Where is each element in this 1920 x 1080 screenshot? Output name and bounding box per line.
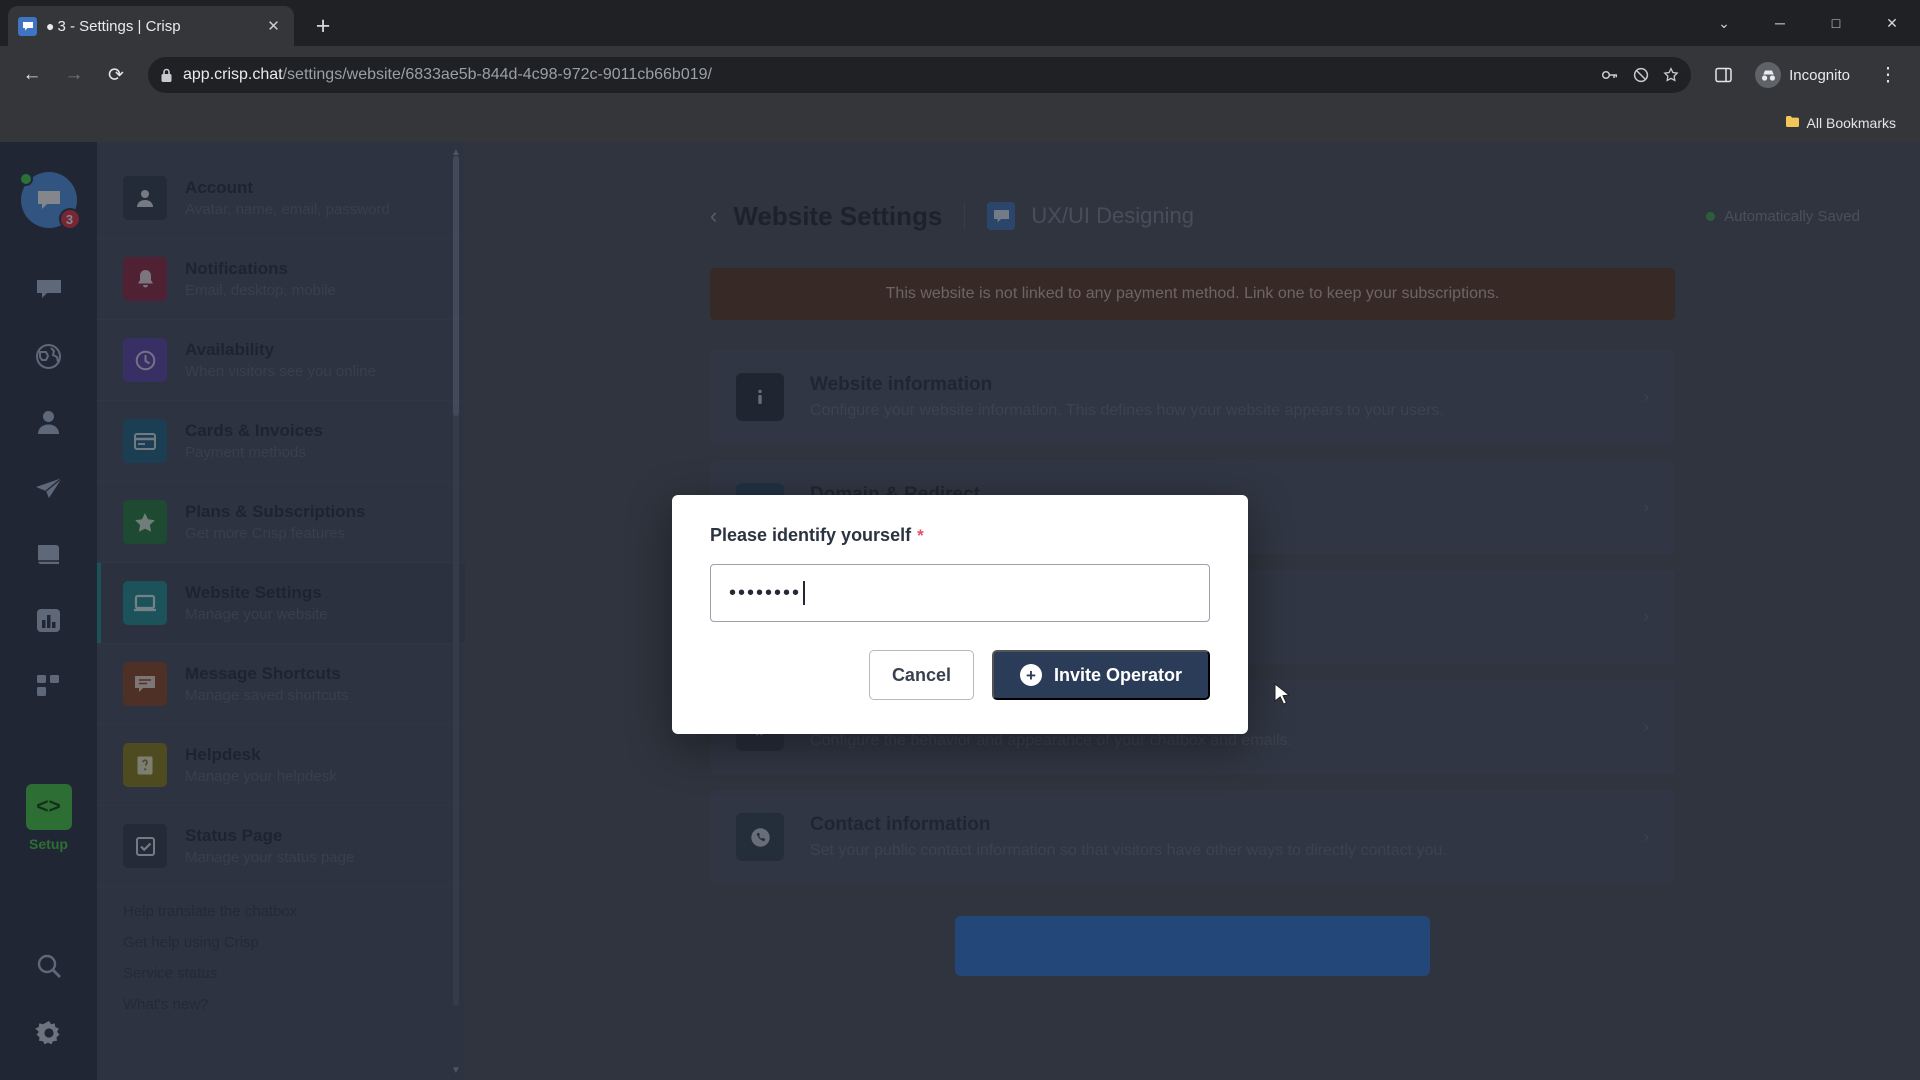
password-key-icon[interactable] [1601, 68, 1619, 82]
address-bar[interactable]: app.crisp.chat/settings/website/6833ae5b… [148, 57, 1692, 93]
invite-operator-label: Invite Operator [1053, 664, 1182, 685]
incognito-label: Incognito [1789, 66, 1850, 84]
url-path: /settings/website/6833ae5b-844d-4c98-972… [282, 66, 712, 83]
close-window-button[interactable]: ✕ [1864, 0, 1920, 46]
chrome-menu-icon[interactable]: ⋮ [1870, 57, 1906, 93]
third-party-cookie-blocked-icon[interactable] [1633, 67, 1649, 83]
plus-icon: + [1019, 664, 1042, 686]
forward-icon[interactable]: → [56, 57, 92, 93]
password-input-value: •••••••• [729, 581, 802, 604]
back-icon[interactable]: ← [14, 57, 50, 93]
all-bookmarks-button[interactable]: All Bookmarks [1777, 111, 1904, 136]
omnibox-actions [1601, 67, 1679, 83]
incognito-avatar-icon [1755, 62, 1782, 88]
text-caret [803, 581, 806, 605]
tab-title-text: 3 - Settings | Crisp [57, 17, 181, 35]
window-controls: ⌄ ─ □ ✕ [1696, 0, 1920, 46]
new-tab-button[interactable]: + [306, 9, 340, 43]
minimize-button[interactable]: ─ [1752, 0, 1808, 46]
dialog-actions: Cancel + Invite Operator [710, 650, 1210, 700]
invite-operator-button[interactable]: + Invite Operator [991, 650, 1210, 700]
tab-strip: ● 3 - Settings | Crisp ✕ + ⌄ ─ □ ✕ [0, 0, 1920, 46]
identify-yourself-dialog: Please identify yourself * •••••••• Canc… [672, 495, 1248, 734]
bookmarks-bar: All Bookmarks [0, 104, 1920, 142]
dialog-label-text: Please identify yourself [710, 525, 912, 545]
side-panel-icon[interactable] [1705, 57, 1741, 93]
lock-icon [160, 68, 173, 83]
reload-icon[interactable]: ⟳ [98, 57, 134, 93]
bookmark-star-icon[interactable] [1663, 67, 1679, 83]
browser-toolbar: ← → ⟳ app.crisp.chat/settings/website/68… [0, 46, 1920, 104]
dialog-label: Please identify yourself * [710, 525, 1210, 546]
tab-title: ● 3 - Settings | Crisp [46, 18, 254, 35]
url-text: app.crisp.chat/settings/website/6833ae5b… [183, 66, 712, 84]
tab-search-button[interactable]: ⌄ [1696, 0, 1752, 46]
password-input[interactable]: •••••••• [710, 564, 1210, 622]
maximize-button[interactable]: □ [1808, 0, 1864, 46]
crisp-favicon-icon [18, 16, 37, 36]
toolbar-right: Incognito ⋮ [1705, 57, 1906, 93]
browser-tab[interactable]: ● 3 - Settings | Crisp ✕ [8, 6, 294, 46]
tab-bubble-icon: ● [46, 18, 55, 34]
all-bookmarks-label: All Bookmarks [1806, 115, 1896, 131]
browser-window: ● 3 - Settings | Crisp ✕ + ⌄ ─ □ ✕ ← → ⟳… [0, 0, 1920, 1080]
folder-icon [1785, 115, 1800, 132]
url-host: app.crisp.chat [183, 66, 283, 83]
required-marker-icon: * [917, 526, 924, 545]
close-tab-icon[interactable]: ✕ [263, 16, 284, 37]
incognito-profile-button[interactable]: Incognito [1749, 58, 1862, 92]
cancel-button[interactable]: Cancel [868, 650, 974, 700]
